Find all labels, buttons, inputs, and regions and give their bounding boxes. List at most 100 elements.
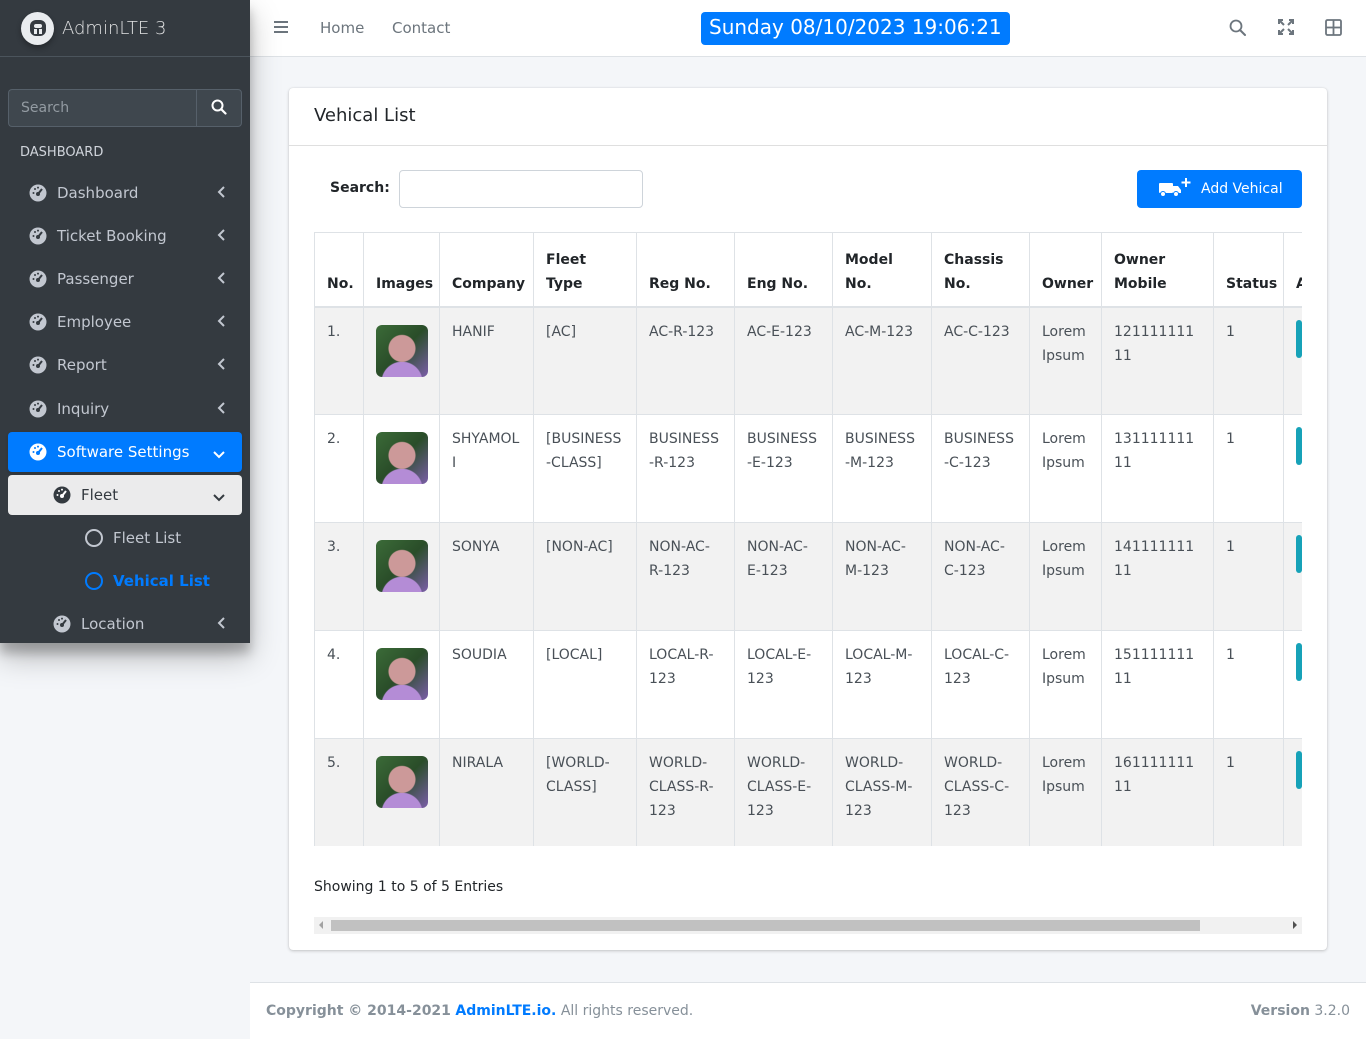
column-header[interactable]: Eng No.: [734, 232, 833, 308]
cell-owner-mobile: 13111111111: [1101, 414, 1214, 523]
brand-logo-icon: [21, 11, 54, 45]
cell-owner-mobile: 16111111111: [1101, 738, 1214, 846]
action-button[interactable]: [1296, 427, 1302, 465]
cell-fleet-type: [LOCAL]: [533, 630, 637, 739]
vehicle-thumbnail[interactable]: [376, 324, 428, 377]
column-header[interactable]: Owner Mobile: [1101, 232, 1214, 308]
column-header[interactable]: Company: [439, 232, 534, 308]
sidebar-item-software-settings[interactable]: Software Settings: [8, 432, 242, 472]
action-button[interactable]: [1296, 319, 1302, 358]
action-button[interactable]: [1296, 643, 1302, 681]
scrollbar-thumb[interactable]: [331, 920, 1200, 931]
sidebar-item-fleet-list[interactable]: Fleet List: [8, 518, 242, 558]
chevron-left-icon: [216, 401, 226, 419]
cell-chassis-no: BUSINESS-C-123: [931, 414, 1030, 523]
sidebar-item-report[interactable]: Report: [8, 345, 242, 385]
cell-company: SONYA: [439, 522, 534, 631]
main-footer: Copyright © 2014-2021 AdminLTE.io. All r…: [250, 982, 1366, 1039]
action-button[interactable]: [1296, 535, 1302, 573]
cell-chassis-no: NON-AC-C-123: [931, 522, 1030, 631]
sidebar-search-button[interactable]: [196, 89, 242, 127]
cell-status: 1: [1213, 414, 1284, 523]
chevron-left-icon: [216, 357, 226, 375]
column-header[interactable]: Reg No.: [636, 232, 735, 308]
table-header-row: No. Images Company Fleet Type Reg No. En…: [314, 232, 1302, 308]
tachometer-icon: [52, 485, 72, 505]
add-vehical-button[interactable]: Add Vehical: [1137, 170, 1302, 208]
scroll-right-icon[interactable]: [1293, 921, 1297, 929]
cell-action: [1283, 306, 1302, 415]
cell-no: 4.: [314, 630, 364, 739]
nav-link-contact[interactable]: Contact: [392, 19, 450, 37]
cell-model-no: LOCAL-M-123: [832, 630, 932, 739]
cell-image: [363, 522, 440, 631]
vehicle-thumbnail[interactable]: [376, 432, 428, 484]
table-search-input[interactable]: [399, 170, 643, 208]
version-number: 3.2.0: [1314, 1003, 1350, 1019]
horizontal-scrollbar[interactable]: [314, 917, 1302, 934]
sidebar-item-label: Passenger: [57, 270, 134, 288]
cell-image: [363, 630, 440, 739]
sidebar-item-dashboard[interactable]: Dashboard: [8, 173, 242, 213]
sidebar-search-input[interactable]: [8, 89, 196, 127]
sidebar-item-passenger[interactable]: Passenger: [8, 259, 242, 299]
tachometer-icon: [28, 442, 48, 462]
chevron-left-icon: [216, 314, 226, 332]
chevron-left-icon: [216, 228, 226, 246]
sidebar-item-ticket-booking[interactable]: Ticket Booking: [8, 216, 242, 256]
cell-fleet-type: [NON-AC]: [533, 522, 637, 631]
column-header[interactable]: Owner: [1029, 232, 1102, 308]
column-header[interactable]: Fleet Type: [533, 232, 637, 308]
cell-no: 5.: [314, 738, 364, 846]
scroll-left-icon[interactable]: [319, 921, 323, 929]
vehical-table-wrapper[interactable]: No. Images Company Fleet Type Reg No. En…: [314, 232, 1302, 846]
cell-company: SHYAMOLI: [439, 414, 534, 523]
cell-owner: Lorem Ipsum: [1029, 414, 1102, 523]
sidebar-item-label: Software Settings: [57, 443, 190, 461]
action-button[interactable]: [1296, 751, 1302, 789]
truck-plus-icon: [1159, 177, 1193, 201]
column-header[interactable]: Images: [363, 232, 440, 308]
column-header[interactable]: Model No.: [832, 232, 932, 308]
search-icon[interactable]: [1229, 19, 1246, 40]
cell-status: 1: [1213, 738, 1284, 846]
card-title: Vehical List: [289, 88, 1327, 146]
cell-chassis-no: LOCAL-C-123: [931, 630, 1030, 739]
sidebar-item-label: Fleet List: [113, 529, 182, 547]
th-icon[interactable]: [1325, 19, 1342, 40]
footer-link[interactable]: AdminLTE.io.: [455, 1003, 556, 1019]
cell-action: [1283, 630, 1302, 739]
circle-icon: [84, 571, 104, 591]
column-header[interactable]: Action: [1283, 232, 1302, 308]
expand-icon[interactable]: [1278, 19, 1294, 39]
cell-reg-no: BUSINESS-R-123: [636, 414, 735, 523]
nav-link-home[interactable]: Home: [320, 19, 364, 37]
tachometer-icon: [52, 614, 72, 634]
cell-image: [363, 414, 440, 523]
vehicle-thumbnail[interactable]: [376, 540, 428, 592]
tachometer-icon: [28, 355, 48, 375]
column-header[interactable]: Chassis No.: [931, 232, 1030, 308]
cell-reg-no: LOCAL-R-123: [636, 630, 735, 739]
vehicle-thumbnail[interactable]: [376, 756, 428, 808]
table-row: 3. SONYA [NON-AC] NON-AC-R-123 NON-AC-E-…: [314, 522, 1302, 631]
cell-eng-no: AC-E-123: [734, 306, 833, 415]
bars-icon[interactable]: [274, 20, 288, 38]
sidebar-item-label: Dashboard: [57, 184, 139, 202]
vehicle-thumbnail[interactable]: [376, 648, 428, 700]
sidebar-item-inquiry[interactable]: Inquiry: [8, 389, 242, 429]
table-search-label: Search:: [330, 180, 390, 196]
brand-link[interactable]: AdminLTE 3: [0, 0, 250, 57]
cell-model-no: BUSINESS-M-123: [832, 414, 932, 523]
column-header[interactable]: Status: [1213, 232, 1284, 308]
footer-copyright: Copyright © 2014-2021: [266, 1003, 451, 1019]
sidebar-item-employee[interactable]: Employee: [8, 302, 242, 342]
sidebar-item-fleet[interactable]: Fleet: [8, 475, 242, 515]
column-header[interactable]: No.: [314, 232, 364, 308]
cell-chassis-no: AC-C-123: [931, 306, 1030, 415]
sidebar-item-vehical-list[interactable]: Vehical List: [8, 561, 242, 601]
cell-owner: Lorem Ipsum: [1029, 738, 1102, 846]
sidebar-item-label: Vehical List: [113, 572, 210, 590]
brand-text: AdminLTE 3: [62, 17, 167, 39]
sidebar-item-location[interactable]: Location: [8, 604, 242, 644]
